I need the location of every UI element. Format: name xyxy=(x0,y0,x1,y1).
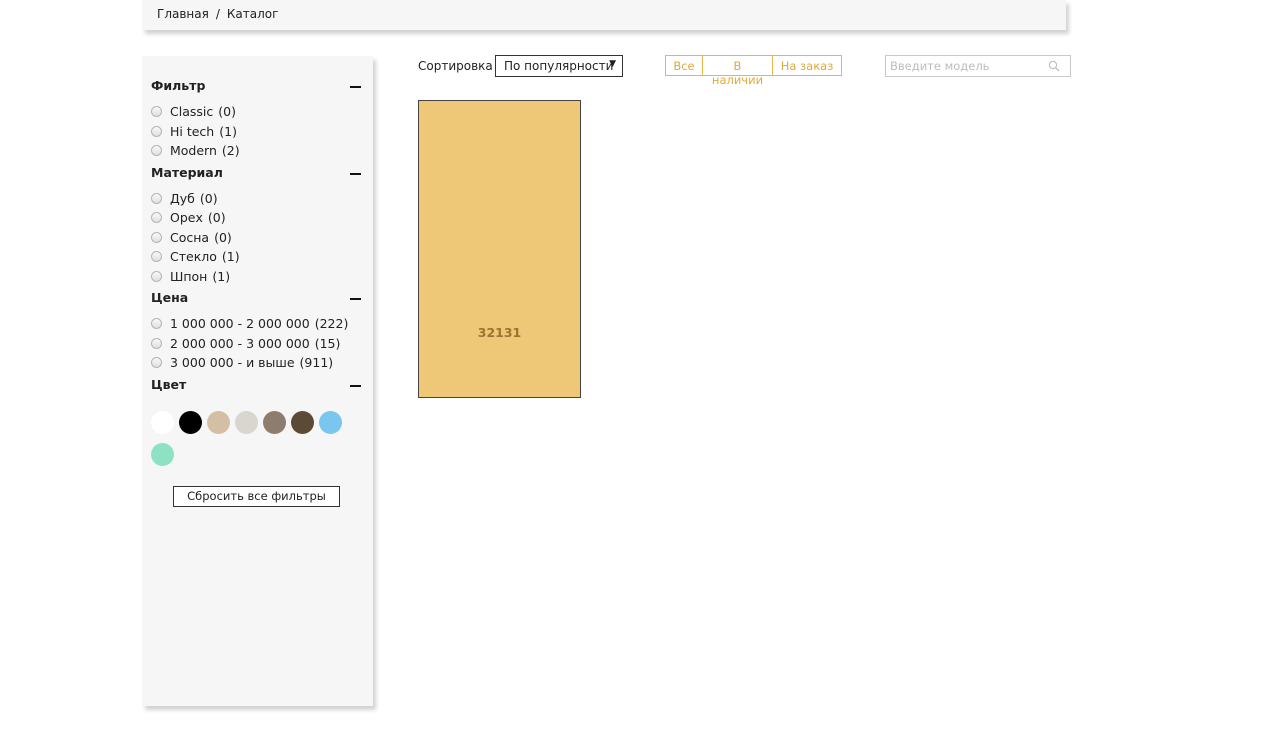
filter-option-count: (1) xyxy=(219,123,237,139)
filter-section-style-title: Фильтр xyxy=(151,78,206,93)
breadcrumb: Главная / Каталог xyxy=(142,0,1066,30)
breadcrumb-home-link[interactable]: Главная xyxy=(157,7,209,21)
collapse-minus-icon[interactable] xyxy=(350,172,361,175)
filter-option-oak[interactable]: Дуб (0) xyxy=(151,189,373,209)
collapse-minus-icon[interactable] xyxy=(350,86,361,88)
breadcrumb-separator: / xyxy=(215,7,220,21)
filter-section-color-header[interactable]: Цвет xyxy=(151,377,361,397)
filter-style-options: Classic (0) Hi tech (1) Modern (2) xyxy=(151,102,373,161)
filter-option-label: Hi tech xyxy=(170,123,215,139)
filter-option-glass[interactable]: Стекло (1) xyxy=(151,247,373,267)
model-search-input[interactable] xyxy=(886,56,1046,76)
filter-sidebar: Фильтр Classic (0) Hi tech (1) Modern (2… xyxy=(142,56,373,706)
filter-option-label: 3 000 000 - и выше xyxy=(170,355,295,371)
filter-option-pine[interactable]: Сосна (0) xyxy=(151,228,373,248)
radio-button[interactable] xyxy=(151,231,162,243)
product-card[interactable]: 32131 xyxy=(418,100,581,398)
color-swatch[interactable] xyxy=(151,410,174,434)
product-model-number: 32131 xyxy=(477,325,522,340)
color-swatch[interactable] xyxy=(291,410,314,434)
filter-section-material-title: Материал xyxy=(151,164,223,180)
color-swatch[interactable] xyxy=(235,410,258,434)
filter-option-label: Орех xyxy=(170,210,203,226)
filter-option-label: Classic xyxy=(170,104,214,120)
availability-in-stock-button[interactable]: В наличии xyxy=(702,56,772,87)
filter-option-label: Modern xyxy=(170,143,217,159)
filter-option-label: 2 000 000 - 3 000 000 xyxy=(170,335,310,351)
sort-label: Сортировка xyxy=(418,59,493,73)
model-search xyxy=(885,55,1071,77)
availability-toggle-group: Все В наличии На заказ xyxy=(665,55,842,87)
color-swatch[interactable] xyxy=(319,410,342,434)
radio-button[interactable] xyxy=(151,145,162,157)
filter-option-count: (15) xyxy=(314,335,341,351)
reset-filters-button[interactable]: Сбросить все фильтры xyxy=(173,485,340,507)
availability-on-order-button[interactable]: На заказ xyxy=(772,56,841,75)
filter-option-walnut[interactable]: Орех (0) xyxy=(151,208,373,228)
filter-option-count: (1) xyxy=(221,249,240,265)
filter-option-price-2[interactable]: 2 000 000 - 3 000 000 (15) xyxy=(151,334,373,354)
filter-section-material-header[interactable]: Материал xyxy=(151,165,361,185)
filter-section-color-title: Цвет xyxy=(151,376,187,392)
filter-material-options: Дуб (0) Орех (0) Сосна (0) Стекло (1) Шп… xyxy=(151,189,373,287)
filter-option-count: (0) xyxy=(207,210,226,226)
radio-button[interactable] xyxy=(151,212,162,224)
filter-option-count: (2) xyxy=(221,143,240,159)
color-swatch[interactable] xyxy=(263,410,286,434)
color-swatch-list xyxy=(151,410,351,466)
filter-option-count: (1) xyxy=(212,268,231,284)
filter-option-price-1[interactable]: 1 000 000 - 2 000 000 (222) xyxy=(151,314,373,334)
filter-section-price-title: Цена xyxy=(151,290,189,305)
filter-section-style-header[interactable]: Фильтр xyxy=(151,78,361,98)
filter-option-label: Сосна xyxy=(170,229,210,245)
color-swatch[interactable] xyxy=(151,442,174,466)
filter-option-count: (0) xyxy=(214,229,232,245)
filter-option-classic[interactable]: Classic (0) xyxy=(151,102,373,122)
radio-button[interactable] xyxy=(151,357,162,369)
dropdown-arrow-icon: ▼ xyxy=(609,59,616,69)
filter-option-price-3[interactable]: 3 000 000 - и выше (911) xyxy=(151,353,373,373)
collapse-minus-icon[interactable] xyxy=(350,384,361,387)
filter-option-count: (0) xyxy=(199,190,218,206)
filter-option-veneer[interactable]: Шпон (1) xyxy=(151,267,373,287)
radio-button[interactable] xyxy=(151,125,162,137)
color-swatch[interactable] xyxy=(179,410,202,434)
color-swatch[interactable] xyxy=(207,410,230,434)
radio-button[interactable] xyxy=(151,106,162,118)
availability-all-button[interactable]: Все xyxy=(666,56,702,75)
filter-option-count: (0) xyxy=(218,104,236,120)
filter-option-hi-tech[interactable]: Hi tech (1) xyxy=(151,122,373,142)
radio-button[interactable] xyxy=(151,318,162,330)
sort-selected-value: По популярности xyxy=(504,59,614,73)
filter-option-count: (911) xyxy=(299,355,334,371)
filter-option-label: Шпон xyxy=(170,268,208,284)
filter-option-label: Дуб xyxy=(170,190,195,206)
search-icon[interactable] xyxy=(1048,60,1060,72)
radio-button[interactable] xyxy=(151,192,162,204)
sort-select[interactable]: По популярности ▼ xyxy=(495,55,623,77)
radio-button[interactable] xyxy=(151,337,162,349)
radio-button[interactable] xyxy=(151,251,162,263)
filter-option-modern[interactable]: Modern (2) xyxy=(151,141,373,161)
filter-section-price-header[interactable]: Цена xyxy=(151,290,361,310)
breadcrumb-current: Каталог xyxy=(226,7,279,21)
radio-button[interactable] xyxy=(151,270,162,282)
filter-option-label: Стекло xyxy=(170,249,217,265)
collapse-minus-icon[interactable] xyxy=(350,298,361,300)
filter-price-options: 1 000 000 - 2 000 000 (222) 2 000 000 - … xyxy=(151,314,373,373)
filter-option-label: 1 000 000 - 2 000 000 xyxy=(170,316,310,332)
filter-option-count: (222) xyxy=(314,316,349,332)
